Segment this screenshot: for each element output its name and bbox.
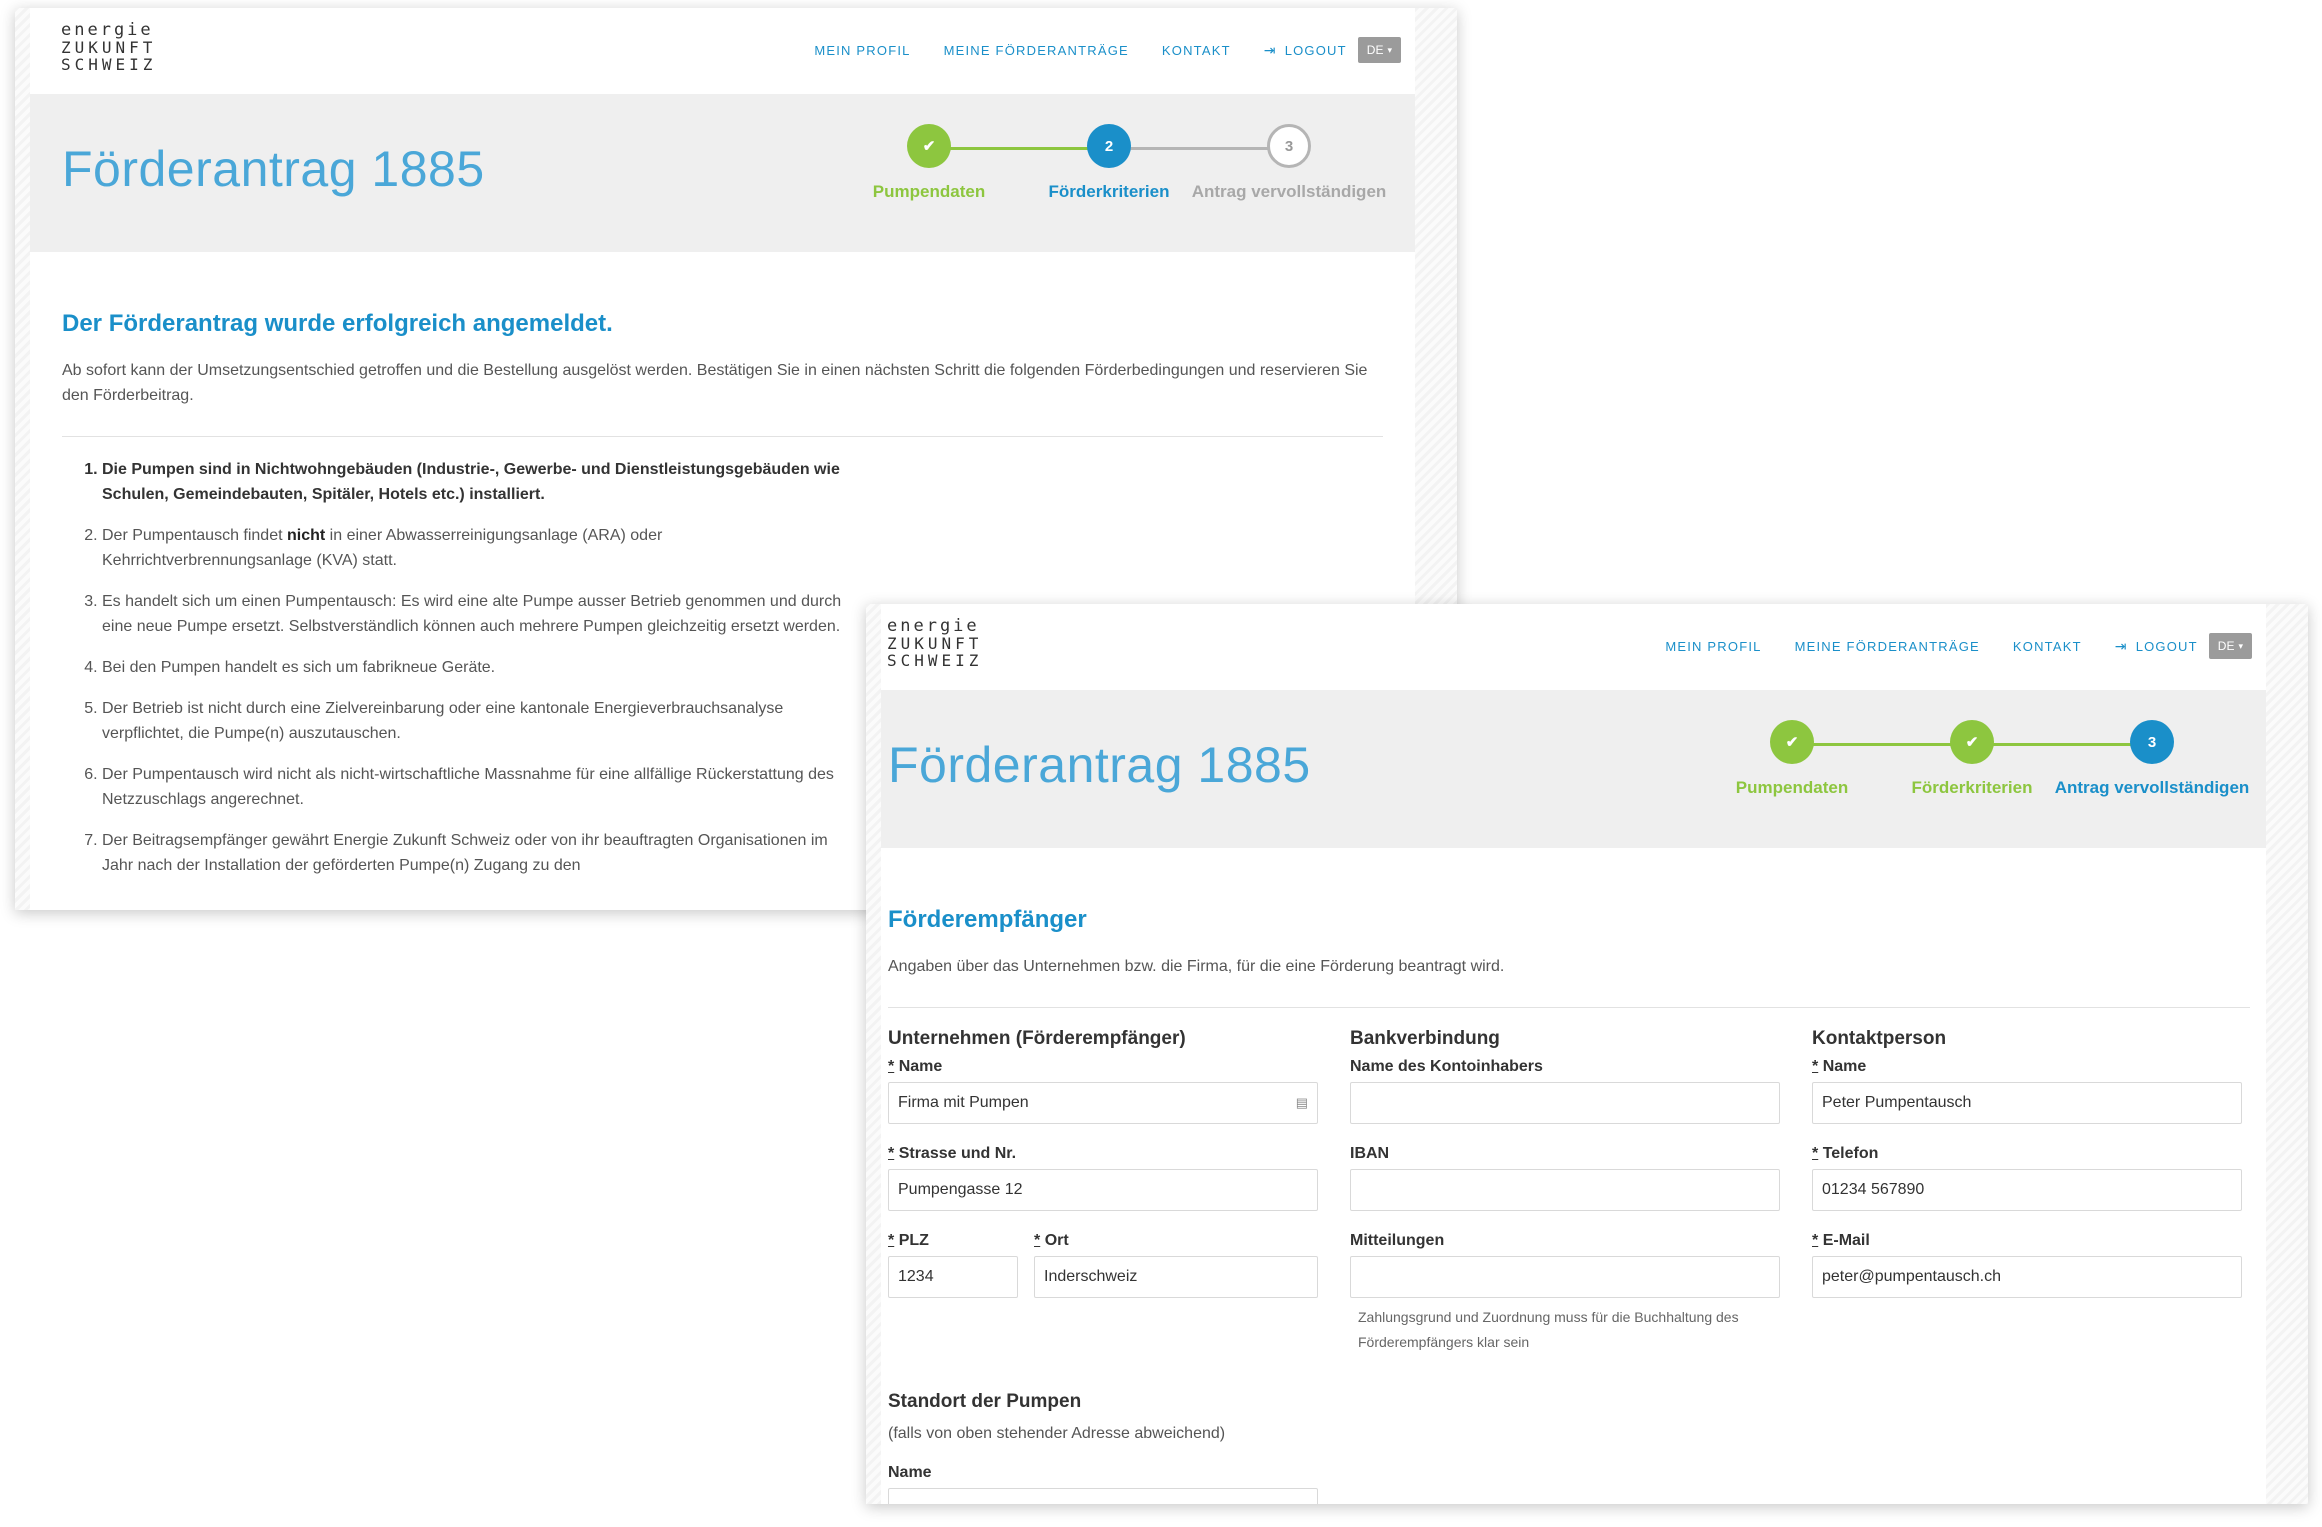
nav-meine-foerderantraege[interactable]: MEINE FÖRDERANTRÄGE (944, 43, 1129, 58)
step-foerderkriterien[interactable]: 2 Förderkriterien (1009, 124, 1209, 202)
company-name-label: * Name (888, 1058, 943, 1075)
contact-title: Kontaktperson (1812, 1028, 1947, 1049)
brand-logo[interactable]: energie ZUKUNFT SCHWEIZ (61, 22, 156, 74)
progress-stepper: ✔ Pumpendaten 2 Förderkriterien 3 Antrag… (829, 124, 1389, 244)
email-label: * E-Mail (1812, 1232, 1870, 1249)
brand-logo[interactable]: energie ZUKUNFT SCHWEIZ (887, 618, 982, 670)
iban-label: IBAN (1350, 1145, 1390, 1162)
step-foerderkriterien[interactable]: ✔ Förderkriterien (1872, 720, 2072, 798)
nav-kontakt[interactable]: KONTAKT (1162, 43, 1231, 58)
step-number: 3 (2130, 720, 2174, 764)
street-label: * Strasse und Nr. (888, 1145, 1017, 1162)
step-pumpendaten[interactable]: ✔ Pumpendaten (1692, 720, 1892, 798)
main-content: Förderempfänger Angaben über das Unterne… (881, 848, 2266, 1504)
company-title: Unternehmen (Förderempfänger) (888, 1028, 1186, 1049)
bank-column: Bankverbindung Name des Kontoinhabers IB… (1350, 1028, 1780, 1355)
criteria-item: Der Pumpentausch findet nicht in einer A… (102, 523, 842, 573)
location-name-label: Name (888, 1464, 932, 1481)
plz-label: * PLZ (888, 1232, 929, 1249)
bank-title: Bankverbindung (1350, 1028, 1500, 1049)
language-select[interactable]: DE ▾ (1357, 37, 1401, 63)
logout-icon: ⇥ (1263, 41, 1277, 58)
criteria-item: Es handelt sich um einen Pumpentausch: E… (102, 589, 842, 639)
company-column: Unternehmen (Förderempfänger) * Name Fir… (888, 1028, 1318, 1504)
left-stripe (866, 604, 881, 1504)
check-icon: ✔ (907, 124, 951, 168)
email-input[interactable]: peter@pumpentausch.ch (1812, 1256, 2242, 1298)
check-icon: ✔ (1950, 720, 1994, 764)
divider (888, 1007, 2250, 1008)
holder-label: Name des Kontoinhabers (1350, 1058, 1543, 1075)
section-heading: Förderempfänger (888, 906, 1087, 933)
phone-label: * Telefon (1812, 1145, 1879, 1162)
plz-input[interactable]: 1234 (888, 1256, 1018, 1298)
contact-column: Kontaktperson * Name Peter Pumpentausch … (1812, 1028, 2242, 1319)
criteria-item: Die Pumpen sind in Nichtwohngebäuden (In… (102, 457, 842, 507)
main-nav: MEIN PROFIL MEINE FÖRDERANTRÄGE KONTAKT … (1632, 633, 2252, 659)
title-band: Förderantrag 1885 ✔ Pumpendaten 2 Förder… (30, 94, 1415, 252)
criteria-item: Der Beitragsempfänger gewährt Energie Zu… (102, 828, 842, 878)
logout-icon: ⇥ (2114, 637, 2128, 654)
step-pumpendaten[interactable]: ✔ Pumpendaten (829, 124, 1029, 202)
ort-input[interactable]: Inderschweiz (1034, 1256, 1318, 1298)
step-antrag-vervollstaendigen[interactable]: 3 Antrag vervollständigen (2052, 720, 2252, 798)
chevron-down-icon: ▾ (1387, 44, 1392, 55)
step-number: 2 (1087, 124, 1131, 168)
criteria-item: Der Betrieb ist nicht durch eine Zielver… (102, 696, 842, 746)
account-holder-input[interactable] (1350, 1082, 1780, 1124)
contact-name-input[interactable]: Peter Pumpentausch (1812, 1082, 2242, 1124)
page-title: Förderantrag 1885 (62, 141, 485, 197)
messages-input[interactable] (1350, 1256, 1780, 1298)
check-icon: ✔ (1770, 720, 1814, 764)
page-title: Förderantrag 1885 (888, 737, 1311, 793)
criteria-item: Der Pumpentausch wird nicht als nicht-wi… (102, 762, 842, 812)
main-nav: MEIN PROFIL MEINE FÖRDERANTRÄGE KONTAKT … (781, 37, 1401, 63)
autofill-icon: ▤ (1295, 1095, 1308, 1110)
left-stripe (15, 8, 30, 910)
right-stripe (2266, 604, 2308, 1504)
contact-name-label: * Name (1812, 1058, 1867, 1075)
progress-stepper: ✔ Pumpendaten ✔ Förderkriterien 3 Antrag… (1692, 720, 2252, 840)
title-band: Förderantrag 1885 ✔ Pumpendaten ✔ Förder… (881, 690, 2266, 848)
street-input[interactable]: Pumpengasse 12 (888, 1169, 1318, 1211)
logout-link[interactable]: ⇥ LOGOUT (1264, 42, 1347, 59)
location-title: Standort der Pumpen (888, 1391, 1082, 1412)
lead-text: Angaben über das Unternehmen bzw. die Fi… (888, 958, 1505, 975)
location-subtitle: (falls von oben stehender Adresse abweic… (888, 1425, 1226, 1442)
step-antrag-vervollstaendigen[interactable]: 3 Antrag vervollständigen (1189, 124, 1389, 202)
criteria-item: Bei den Pumpen handelt es sich um fabrik… (102, 655, 842, 680)
ort-label: * Ort (1034, 1232, 1069, 1249)
lead-text: Ab sofort kann der Umsetzungsentschied g… (62, 362, 1368, 404)
site-header: energie ZUKUNFT SCHWEIZ MEIN PROFIL MEIN… (881, 604, 2266, 690)
nav-meine-foerderantraege[interactable]: MEINE FÖRDERANTRÄGE (1795, 639, 1980, 654)
nav-mein-profil[interactable]: MEIN PROFIL (814, 43, 910, 58)
divider (62, 436, 1383, 437)
iban-input[interactable] (1350, 1169, 1780, 1211)
site-header: energie ZUKUNFT SCHWEIZ MEIN PROFIL MEIN… (30, 8, 1415, 94)
chevron-down-icon: ▾ (2238, 640, 2243, 651)
criteria-list: Die Pumpen sind in Nichtwohngebäuden (In… (62, 457, 842, 878)
language-select[interactable]: DE ▾ (2208, 633, 2252, 659)
nav-mein-profil[interactable]: MEIN PROFIL (1665, 639, 1761, 654)
nav-kontakt[interactable]: KONTAKT (2013, 639, 2082, 654)
messages-help: Zahlungsgrund und Zuordnung muss für die… (1358, 1309, 1739, 1350)
location-name-input[interactable] (888, 1488, 1318, 1504)
messages-label: Mitteilungen (1350, 1232, 1445, 1249)
window-step-3: energie ZUKUNFT SCHWEIZ MEIN PROFIL MEIN… (866, 604, 2308, 1504)
step-number: 3 (1267, 124, 1311, 168)
logout-link[interactable]: ⇥ LOGOUT (2115, 638, 2198, 655)
success-heading: Der Förderantrag wurde erfolgreich angem… (62, 310, 613, 337)
phone-input[interactable]: 01234 567890 (1812, 1169, 2242, 1211)
company-name-input[interactable]: Firma mit Pumpen ▤ (888, 1082, 1318, 1124)
recipient-form: Unternehmen (Förderempfänger) * Name Fir… (888, 1028, 2250, 1504)
